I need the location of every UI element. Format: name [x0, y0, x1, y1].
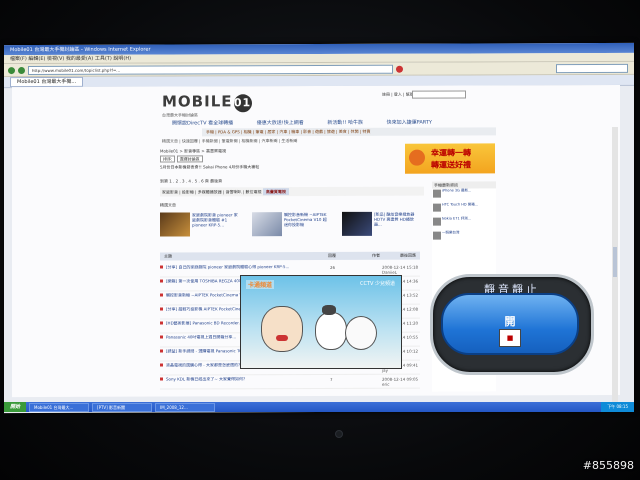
- news-ticker[interactable]: 5月份日本新機發表會!! Sakai Phone 4月份手機大補帖: [160, 164, 259, 170]
- promo-link[interactable]: 新活動!! 哈牛族: [327, 119, 363, 126]
- topic-title[interactable]: [請益] 新手請問 - 選購電視 Panasonic TC...: [166, 348, 246, 353]
- thumbnail-icon: [433, 231, 441, 240]
- sidebar-item[interactable]: 一騎樂台灣: [432, 230, 496, 244]
- reply-count: 7: [330, 376, 333, 382]
- promo-link[interactable]: 開懷說DirecTV 看全球轉播: [172, 119, 233, 126]
- osd-state: 開: [504, 315, 516, 328]
- site-search-input[interactable]: [412, 90, 466, 99]
- card-thumbnail: [252, 212, 282, 237]
- hot-topic-icon: [160, 307, 163, 311]
- topic-title[interactable]: 液晶電視的選購心得 - 大家都是怎麼選的?: [166, 362, 240, 367]
- tab-active[interactable]: 高畫質電視: [262, 188, 289, 196]
- topic-title[interactable]: Panasonic 40吋電視上週日開箱分享...: [166, 334, 236, 339]
- scroll-thumb[interactable]: [613, 246, 617, 277]
- thumbnail-icon: [433, 189, 441, 198]
- start-button[interactable]: 開始: [4, 402, 27, 412]
- cartoon-character: [345, 316, 377, 350]
- taskbar-item[interactable]: IM_2008_12...: [155, 402, 216, 412]
- address-bar[interactable]: http://www.mobile01.com/topiclist.php?f=…: [28, 64, 393, 75]
- hot-topic-icon: [160, 265, 163, 269]
- col-replies[interactable]: 回覆: [328, 252, 336, 260]
- hot-topic-icon: [160, 321, 163, 325]
- forum-select[interactable]: 選擇討論區: [176, 155, 203, 163]
- category-nav[interactable]: 手機 | PDA & GPS | 相機 | 筆電 | 居家 | 汽車 | 機車 …: [202, 127, 496, 137]
- cartoon-logo: 卡通頻道: [246, 280, 275, 289]
- logo-number: 01: [233, 94, 252, 113]
- promo-nav: 開懷說DirecTV 看全球轉播 優惠大放送!快上網看 新活動!! 哈牛族 快來…: [172, 119, 432, 127]
- taskbar: 開始 Mobile01 台灣最大... [PTV] 影音新聞 IM_2008_1…: [4, 402, 634, 412]
- banner-line-2: 轉運送好禮: [431, 160, 471, 170]
- pagination[interactable]: 到第 1 . 2 . 3 . 4 . 5 . 6 頁 最後頁: [160, 178, 222, 184]
- logo-subtitle: 台灣最大手機討論區: [162, 112, 198, 118]
- system-tray-clock: 下午 08:15: [601, 402, 634, 412]
- sidebar-item[interactable]: iPhone 3G 最新...: [432, 188, 496, 202]
- featured-card[interactable]: 觸控影音新機 ~AIPTEK PocketCinema V10 超迷你投影機: [252, 212, 330, 242]
- pip-video-window: 卡通頻道 CCTV 少兒頻道: [240, 275, 402, 369]
- hot-topic-icon: [160, 279, 163, 283]
- banner-line-1: 幸運轉一轉: [431, 148, 471, 158]
- top-links[interactable]: 註冊 | 登入 | 幫助: [382, 92, 414, 98]
- select-label: 排序:: [160, 155, 176, 163]
- col-topic[interactable]: 主題: [164, 253, 172, 261]
- reply-count: 26: [330, 264, 336, 270]
- col-last-reply[interactable]: 最後回應: [400, 252, 416, 260]
- promo-link[interactable]: 快來加入捷運PARTY: [387, 119, 432, 126]
- card-text: 觸控影音新機 ~AIPTEK PocketCinema V10 超迷你投影機: [284, 211, 327, 228]
- topic-title[interactable]: 觸控影音新機 ~AIPTEK PocketCinema V10: [166, 292, 247, 297]
- promo-link[interactable]: 優惠大放送!快上網看: [257, 119, 304, 126]
- hot-topic-icon: [160, 349, 163, 353]
- sidebar-item[interactable]: HTC Touch HD 開箱...: [432, 202, 496, 216]
- card-thumbnail: [160, 212, 190, 237]
- last-reply-meta: 2008-12-14 15:18 DaniieL: [382, 264, 419, 275]
- site-logo[interactable]: MOBILE01: [162, 92, 252, 113]
- stop-button-icon[interactable]: [396, 65, 403, 73]
- hot-topic-icon: [160, 363, 163, 367]
- browser-search-input[interactable]: [556, 63, 628, 73]
- topic-title[interactable]: Sony KDL 新機已經出來了~ 大家覺得如何?: [166, 376, 245, 381]
- back-button-icon[interactable]: [8, 66, 15, 74]
- page-scrollbar[interactable]: [612, 126, 618, 414]
- card-text: [新品] 酷炫音樂撥放器 HDTV 高畫質 HD播放器...: [374, 211, 415, 227]
- sidebar-item-label: Nokia E71 評測...: [442, 216, 472, 221]
- sidebar-item-label: 一騎樂台灣: [442, 230, 460, 235]
- forum-tabbar: 家庭影音 | 投影機 | 多媒體播放器 | 音響喇叭 | 數位電視 高畫質電視: [160, 186, 424, 197]
- cartoon-character: [261, 306, 303, 352]
- featured-card[interactable]: [新品] 酷炫音樂撥放器 HDTV 高畫質 HD播放器...: [342, 212, 420, 242]
- promo-banner[interactable]: 幸運轉一轉 轉運送好禮: [405, 143, 495, 174]
- thumbnail-icon: [433, 203, 441, 212]
- forum-selector[interactable]: 排序: 選擇討論區: [160, 155, 203, 163]
- hot-topic-icon: [160, 293, 163, 297]
- sidebar-item[interactable]: Nokia E71 評測...: [432, 216, 496, 230]
- featured-card[interactable]: 家庭劇院影音 pioneer 家庭劇院影音體驗 #1 pioneer KRP-5…: [160, 212, 238, 242]
- channel-label: CCTV 少兒頻道: [359, 281, 395, 287]
- power-sensor-icon: [335, 430, 343, 438]
- breadcrumb[interactable]: Mobile01 > 影音專區 > 高畫質電視: [160, 148, 226, 154]
- forum-tabs[interactable]: 家庭影音 | 投影機 | 多媒體播放器 | 音響喇叭 | 數位電視: [162, 189, 262, 194]
- card-thumbnail: [342, 211, 372, 236]
- thumbnail-icon: [433, 217, 441, 226]
- browser-tab[interactable]: Mobile01 台灣最大手機...: [10, 76, 84, 88]
- topic-title[interactable]: [HD藝術影展] Panasonic BD Recorder...: [166, 320, 242, 325]
- card-text: 家庭劇院影音 pioneer 家庭劇院影音體驗 #1 pioneer KRP-5…: [192, 212, 238, 228]
- osd-inner: 開 ■: [441, 293, 579, 355]
- osd-button[interactable]: ■: [499, 329, 521, 347]
- table-row[interactable]: Sony KDL 新機已經出來了~ 大家覺得如何? 7 2008-12-14 09:…: [160, 375, 420, 390]
- coin-icon: [409, 149, 425, 166]
- topic-title[interactable]: [分享] 自己的家庭劇院 pioneer 家庭劇院體驗心得 pioneer KR…: [166, 264, 289, 269]
- topic-table-header: 主題 回覆 作者 最後回應: [160, 251, 420, 261]
- forward-button-icon[interactable]: [18, 66, 25, 74]
- cartoon-character: [315, 305, 347, 350]
- sidebar-item-label: iPhone 3G 最新...: [442, 188, 472, 193]
- tv-osd-panel: 靜音靜止 開 ■: [430, 274, 594, 375]
- hot-topic-icon: [160, 335, 163, 339]
- taskbar-item[interactable]: [PTV] 影音新聞: [92, 402, 153, 412]
- logo-text: MOBILE: [162, 92, 233, 111]
- hot-topic-icon: [160, 377, 163, 381]
- watermark: #855898: [582, 459, 634, 472]
- sidebar-item-label: HTC Touch HD 開箱...: [442, 202, 479, 207]
- taskbar-item[interactable]: Mobile01 台灣最大...: [29, 402, 90, 412]
- col-author[interactable]: 作者: [372, 252, 380, 260]
- featured-heading: 精選文章: [160, 202, 176, 208]
- last-reply-meta: 2008-12-14 09:05 eric: [382, 376, 419, 387]
